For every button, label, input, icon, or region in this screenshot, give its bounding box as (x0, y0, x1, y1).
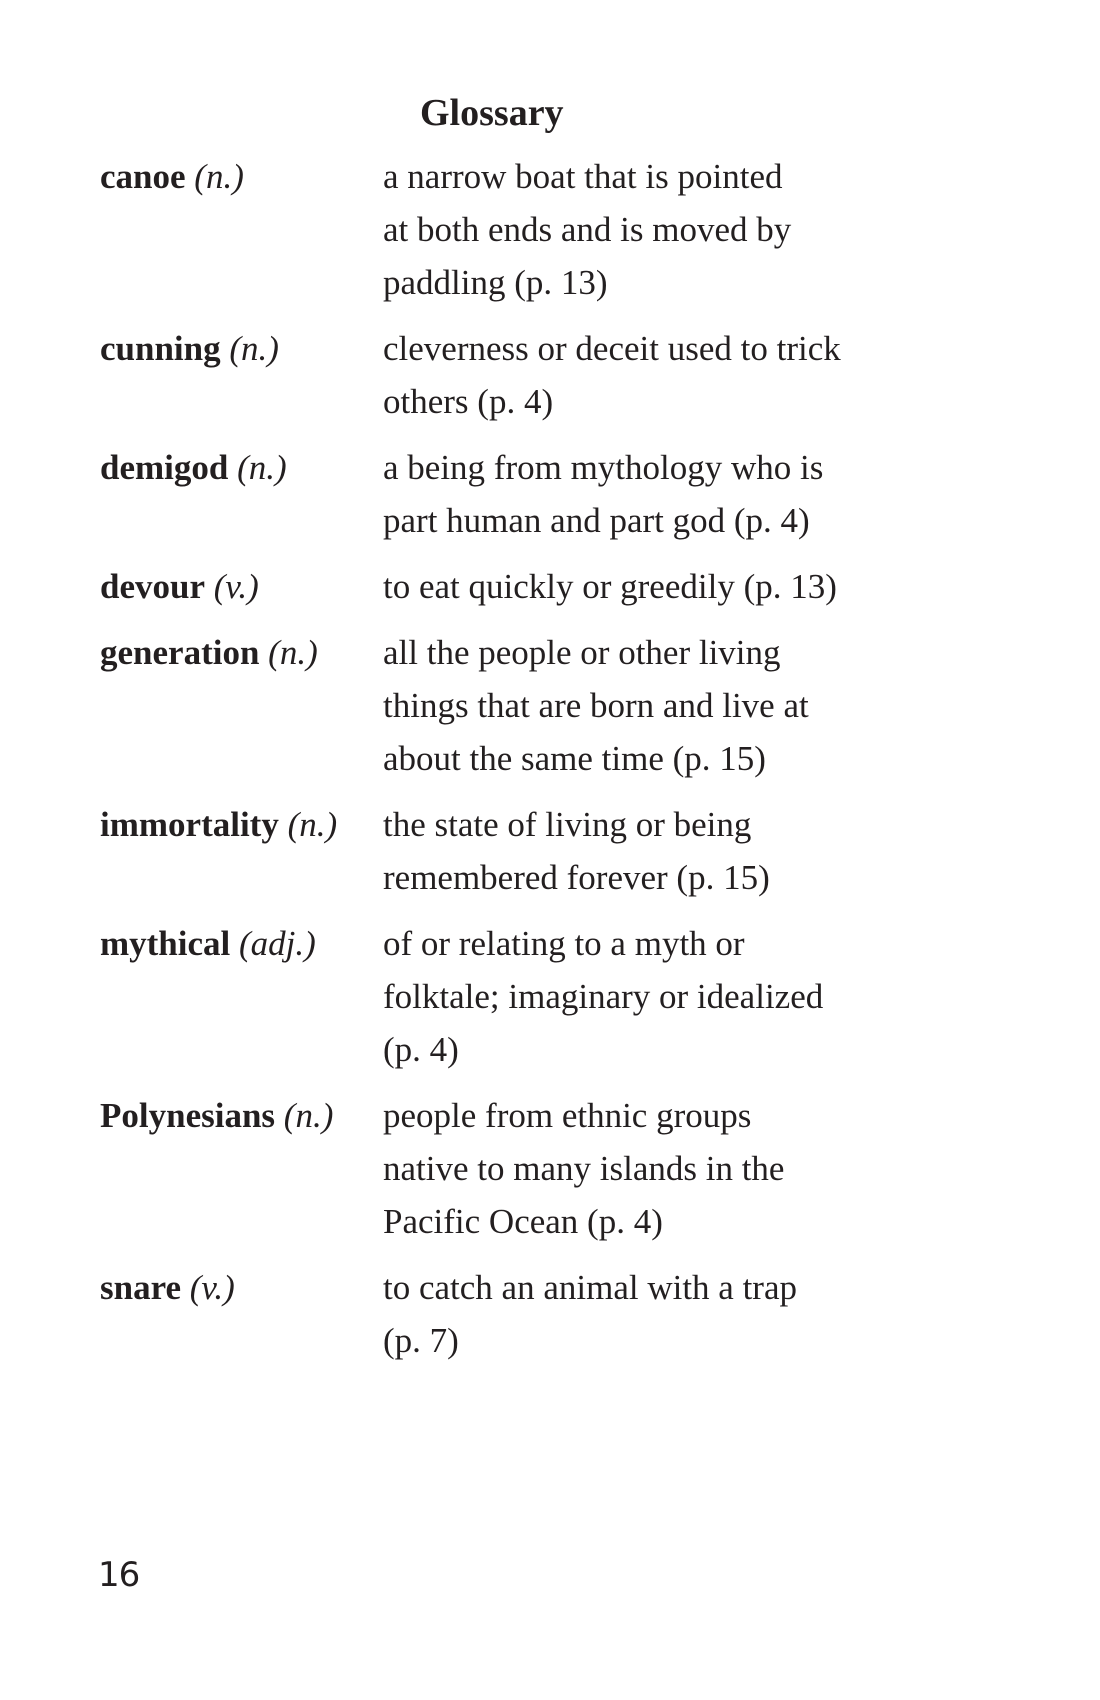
glossary-entry: demigod (n.) a being from mythology who i… (100, 441, 960, 547)
glossary-entry: Polynesians (n.) people from ethnic group… (100, 1089, 960, 1248)
entry-part-of-speech: (n.) (268, 633, 318, 672)
entry-term: demigod (100, 448, 229, 487)
definition-line: about the same time (p. 15) (383, 739, 766, 778)
entry-headword: generation (n.) (100, 626, 383, 679)
entry-headword: Polynesians (n.) (100, 1089, 383, 1142)
definition-line: (p. 7) (383, 1321, 459, 1360)
entry-term: cunning (100, 329, 221, 368)
definition-line: cleverness or deceit used to trick (383, 329, 841, 368)
entry-part-of-speech: (n.) (229, 329, 279, 368)
entry-definition: of or relating to a myth or folktale; ima… (383, 917, 913, 1076)
entry-term: mythical (100, 924, 231, 963)
definition-line: part human and part god (p. 4) (383, 501, 810, 540)
glossary-entry: mythical (adj.) of or relating to a myth … (100, 917, 960, 1076)
entry-definition: to eat quickly or greedily (p. 13) (383, 560, 913, 613)
definition-line: folktale; imaginary or idealized (383, 977, 824, 1016)
definition-line: things that are born and live at (383, 686, 809, 725)
definition-line: a being from mythology who is (383, 448, 824, 487)
entry-term: generation (100, 633, 260, 672)
entry-definition: cleverness or deceit used to trick others… (383, 322, 913, 428)
entry-definition: a being from mythology who is part human … (383, 441, 913, 547)
entry-term: snare (100, 1268, 182, 1307)
definition-line: the state of living or being (383, 805, 752, 844)
entry-term: Polynesians (100, 1096, 276, 1135)
definition-line: a narrow boat that is pointed (383, 157, 783, 196)
entry-part-of-speech: (n.) (283, 1096, 334, 1135)
entry-part-of-speech: (v.) (189, 1268, 235, 1307)
glossary-entry: snare (v.) to catch an animal with a trap… (100, 1261, 960, 1367)
entry-definition: all the people or other living things tha… (383, 626, 913, 785)
entry-headword: devour (v.) (100, 560, 383, 613)
glossary-entry: immortality (n.) the state of living or b… (100, 798, 960, 904)
page-title: Glossary (420, 92, 564, 134)
entry-definition: the state of living or being remembered f… (383, 798, 913, 904)
glossary-entry: devour (v.) to eat quickly or greedily (p… (100, 560, 960, 613)
entry-definition: a narrow boat that is pointed at both end… (383, 150, 913, 309)
definition-line: remembered forever (p. 15) (383, 858, 770, 897)
glossary-entry: cunning (n.) cleverness or deceit used to… (100, 322, 960, 428)
entry-headword: cunning (n.) (100, 322, 383, 375)
entry-part-of-speech: (adj.) (239, 924, 316, 963)
entry-headword: immortality (n.) (100, 798, 383, 851)
definition-line: others (p. 4) (383, 382, 554, 421)
definition-line: to catch an animal with a trap (383, 1268, 798, 1307)
definition-line: to eat quickly or greedily (p. 13) (383, 567, 837, 606)
glossary-entry: canoe (n.) a narrow boat that is pointed a… (100, 150, 960, 309)
definition-line: paddling (p. 13) (383, 263, 608, 302)
page-number: 16 (98, 1555, 140, 1595)
entry-term: canoe (100, 157, 186, 196)
definition-line: Pacific Ocean (p. 4) (383, 1202, 663, 1241)
glossary-list: canoe (n.) a narrow boat that is pointed a… (100, 150, 960, 1367)
entry-headword: canoe (n.) (100, 150, 383, 203)
entry-term: devour (100, 567, 205, 606)
entry-definition: people from ethnic groups native to many … (383, 1089, 913, 1248)
definition-line: native to many islands in the (383, 1149, 785, 1188)
entry-headword: snare (v.) (100, 1261, 383, 1314)
entry-part-of-speech: (n.) (287, 805, 338, 844)
definition-line: people from ethnic groups (383, 1096, 752, 1135)
entry-part-of-speech: (n.) (194, 157, 244, 196)
entry-part-of-speech: (v.) (213, 567, 259, 606)
glossary-entry: generation (n.) all the people or other l… (100, 626, 960, 785)
entry-headword: demigod (n.) (100, 441, 383, 494)
definition-line: (p. 4) (383, 1030, 459, 1069)
definition-line: all the people or other living (383, 633, 781, 672)
entry-definition: to catch an animal with a trap (p. 7) (383, 1261, 913, 1367)
definition-line: of or relating to a myth or (383, 924, 745, 963)
entry-term: immortality (100, 805, 279, 844)
entry-part-of-speech: (n.) (237, 448, 287, 487)
definition-line: at both ends and is moved by (383, 210, 792, 249)
entry-headword: mythical (adj.) (100, 917, 383, 970)
